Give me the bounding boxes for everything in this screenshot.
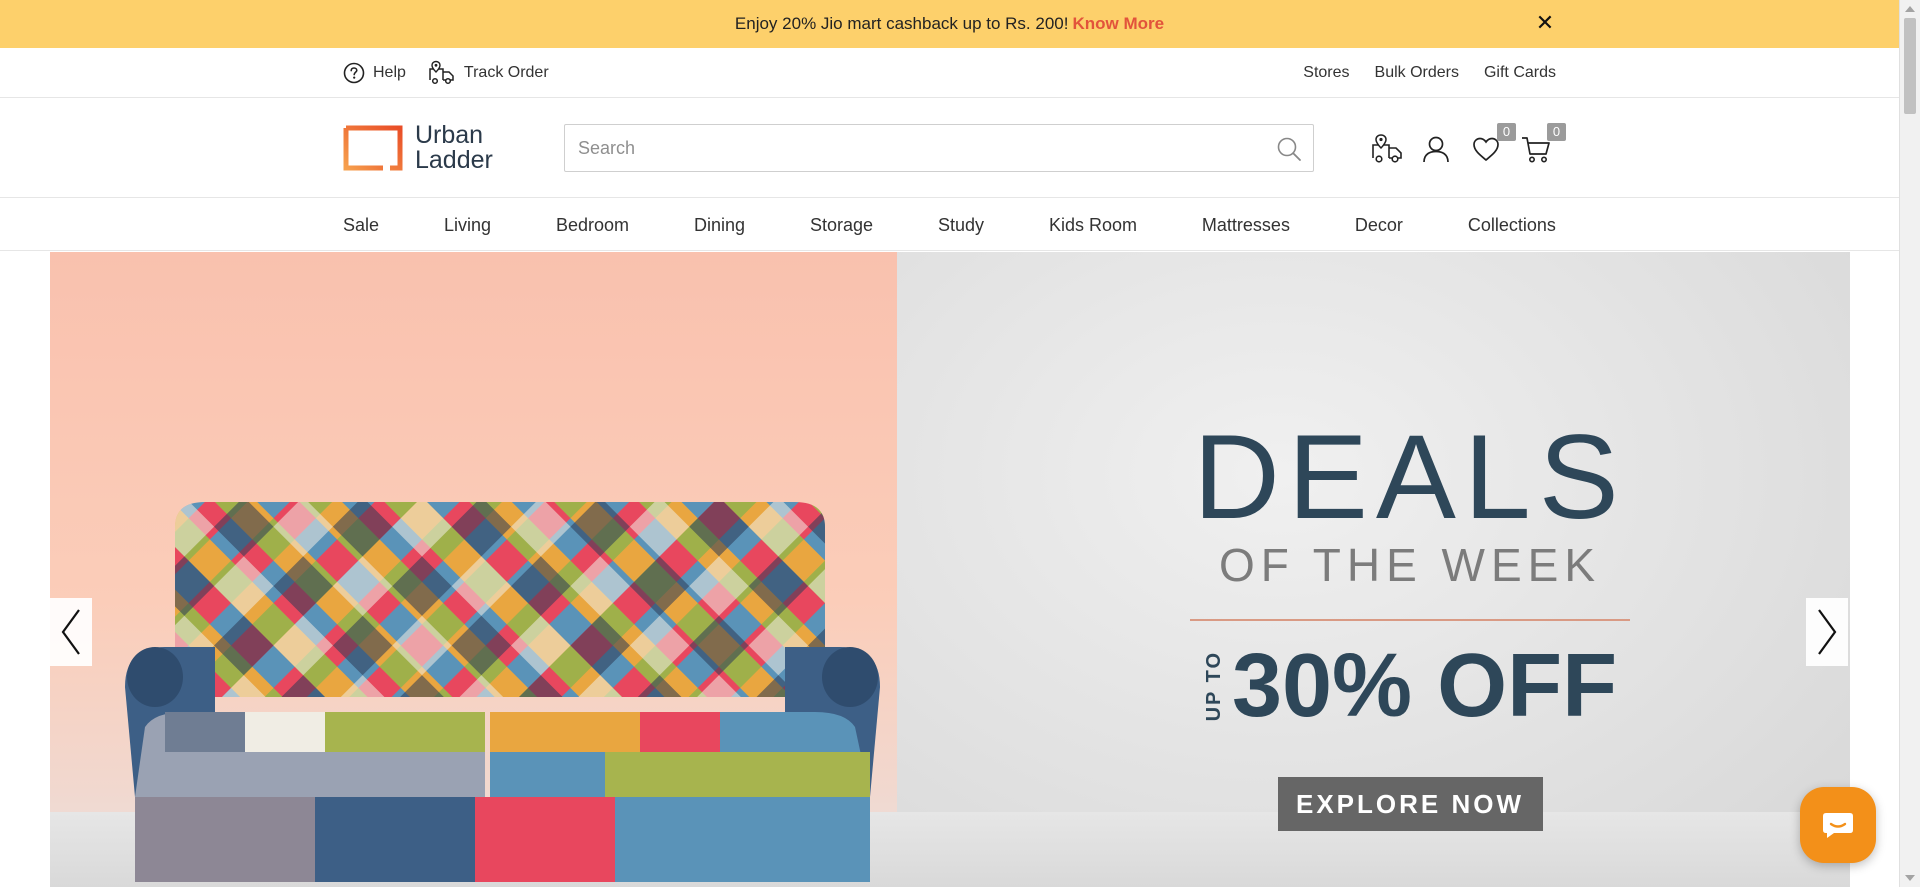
- nav-item-collections[interactable]: Collections: [1468, 215, 1556, 236]
- utility-bar: Help Track Order Stores Bulk Orders Gift…: [0, 48, 1899, 98]
- logo-text: Urban Ladder: [415, 123, 493, 173]
- offer-row: UP TO 30% OFF: [1180, 641, 1640, 731]
- nav-item-living[interactable]: Living: [444, 215, 491, 236]
- chat-widget-button[interactable]: [1800, 787, 1876, 863]
- cart-count-badge: 0: [1547, 123, 1566, 141]
- stores-link[interactable]: Stores: [1303, 64, 1349, 82]
- help-circle-icon: [343, 62, 365, 84]
- hero-banner[interactable]: DEALS OF THE WEEK UP TO 30% OFF EXPLORE …: [50, 252, 1850, 887]
- utility-left: Help Track Order: [343, 48, 549, 98]
- nav-item-storage[interactable]: Storage: [810, 215, 873, 236]
- profile-button[interactable]: [1420, 133, 1452, 165]
- chevron-left-icon: [61, 609, 80, 655]
- help-link[interactable]: Help: [343, 62, 406, 84]
- search-box: [564, 124, 1314, 172]
- delivery-button[interactable]: [1370, 133, 1402, 165]
- category-list: Sale Living Bedroom Dining Storage Study…: [343, 199, 1556, 251]
- wishlist-button[interactable]: 0: [1470, 123, 1516, 165]
- truck-pin-icon: [429, 60, 454, 85]
- scroll-down-arrow-icon[interactable]: [1905, 875, 1915, 881]
- bulk-orders-link[interactable]: Bulk Orders: [1375, 64, 1459, 82]
- logo-mark-icon: [343, 125, 403, 171]
- chat-bubble-icon: [1823, 813, 1853, 838]
- deals-subtitle: OF THE WEEK: [1218, 539, 1602, 591]
- nav-item-sale[interactable]: Sale: [343, 215, 379, 236]
- delivery-truck-icon: [1372, 134, 1402, 163]
- search-icon[interactable]: [1275, 135, 1303, 163]
- nav-item-study[interactable]: Study: [938, 215, 984, 236]
- scroll-up-arrow-icon[interactable]: [1905, 6, 1915, 12]
- logo-line-1: Urban: [415, 121, 484, 149]
- scrollbar-thumb[interactable]: [1904, 18, 1916, 114]
- header-icons: 0 0: [1370, 123, 1566, 169]
- utility-right: Stores Bulk Orders Gift Cards: [1303, 48, 1556, 98]
- cart-button[interactable]: 0: [1520, 123, 1566, 165]
- sofa-image: [125, 502, 880, 882]
- carousel-prev-button[interactable]: [50, 598, 92, 666]
- page-scrollbar[interactable]: [1899, 0, 1920, 887]
- main-header: Urban Ladder Search 0 0: [0, 99, 1899, 198]
- category-nav: Sale Living Bedroom Dining Storage Study…: [0, 199, 1899, 251]
- chevron-right-icon: [1818, 609, 1837, 655]
- close-icon: ✕: [1535, 10, 1555, 35]
- deals-title: DEALS: [1193, 410, 1627, 544]
- offer-text: 30% OFF: [1231, 636, 1618, 736]
- track-order-link[interactable]: Track Order: [428, 60, 549, 86]
- gift-cards-link[interactable]: Gift Cards: [1484, 64, 1556, 82]
- promo-text: Enjoy 20% Jio mart cashback up to Rs. 20…: [734, 14, 1069, 33]
- page: Enjoy 20% Jio mart cashback up to Rs. 20…: [0, 0, 1920, 887]
- deals-divider: [1190, 619, 1630, 621]
- logo-line-2: Ladder: [415, 146, 493, 174]
- search-input[interactable]: [565, 125, 1313, 171]
- track-order-label: Track Order: [463, 64, 549, 81]
- promo-banner: Enjoy 20% Jio mart cashback up to Rs. 20…: [0, 0, 1899, 48]
- help-label: Help: [373, 64, 406, 81]
- close-promo-button[interactable]: ✕: [1532, 11, 1558, 37]
- nav-item-mattresses[interactable]: Mattresses: [1202, 215, 1290, 236]
- urban-ladder-logo[interactable]: Urban Ladder: [343, 122, 508, 174]
- up-to-label: UP TO: [1202, 650, 1225, 722]
- nav-item-dining[interactable]: Dining: [694, 215, 745, 236]
- wishlist-count-badge: 0: [1497, 123, 1516, 141]
- nav-item-decor[interactable]: Decor: [1355, 215, 1403, 236]
- user-icon: [1423, 136, 1449, 163]
- know-more-link[interactable]: Know More: [1072, 14, 1164, 34]
- carousel-next-button[interactable]: [1806, 598, 1848, 666]
- deals-panel: DEALS OF THE WEEK UP TO 30% OFF EXPLORE …: [1180, 417, 1640, 831]
- nav-item-kids-room[interactable]: Kids Room: [1049, 215, 1137, 236]
- nav-item-bedroom[interactable]: Bedroom: [556, 215, 629, 236]
- explore-now-button[interactable]: EXPLORE NOW: [1277, 777, 1543, 831]
